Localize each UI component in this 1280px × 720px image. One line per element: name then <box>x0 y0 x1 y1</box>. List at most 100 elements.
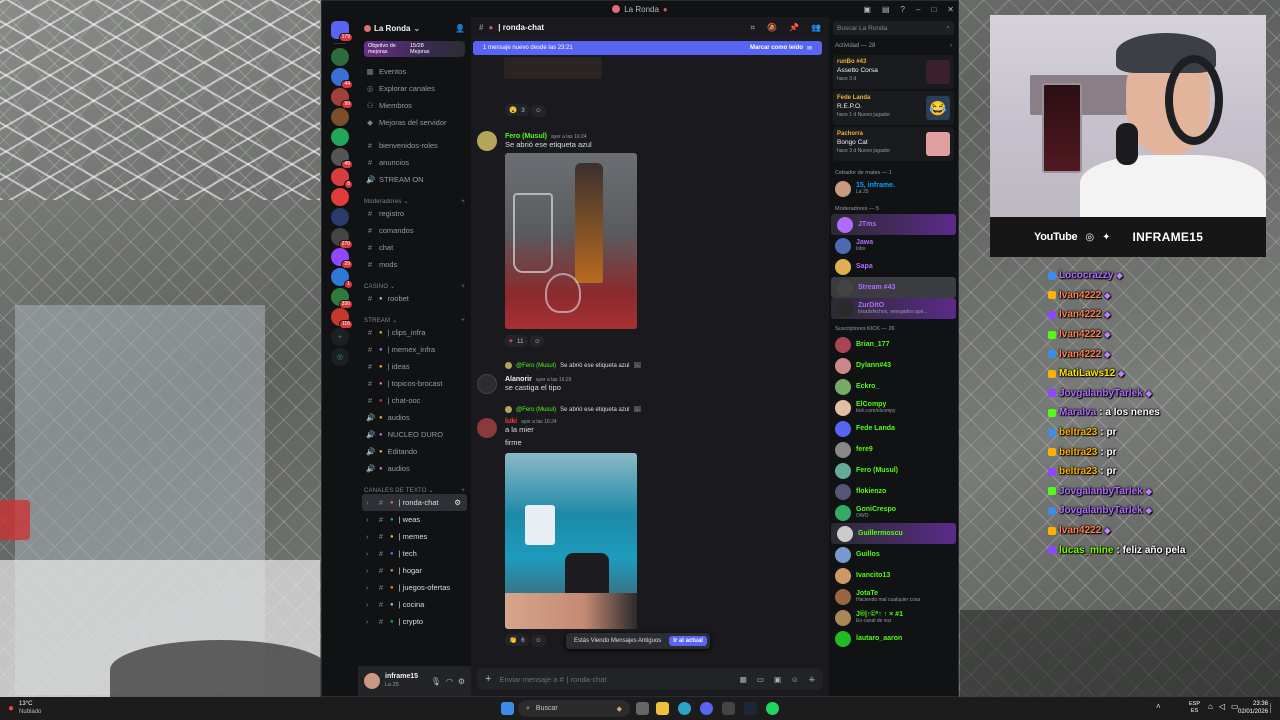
bell-icon[interactable]: 🔕 <box>767 23 777 33</box>
member-item[interactable]: Guillermoscu <box>831 523 956 544</box>
member-avatar[interactable] <box>835 336 851 353</box>
member-item[interactable]: Brian_177 <box>829 334 958 355</box>
channel-channels_a-0[interactable]: # bienvenidos-roles <box>358 137 471 154</box>
author-name[interactable]: Fero (Musul) <box>505 133 547 140</box>
minimize-button[interactable]: – <box>916 5 920 14</box>
member-avatar[interactable] <box>835 378 851 395</box>
chevron-up-icon[interactable]: ˄ <box>1156 702 1161 711</box>
channel-channels_mod-0[interactable]: # registro <box>358 205 471 222</box>
activity-card[interactable]: runBo #43 Assetto Corsa hace 3 d <box>833 55 954 89</box>
category-text-channels[interactable]: CANALES DE TEXTO ⌄ + <box>358 481 471 494</box>
add-attachment-icon[interactable]: + <box>485 673 491 685</box>
channel-channels_mod-1[interactable]: # comandos <box>358 222 471 239</box>
server-icon-la-ronda[interactable] <box>331 48 349 66</box>
server-icon-server-14[interactable]: 330 <box>331 288 353 309</box>
steam-icon[interactable] <box>744 702 757 715</box>
gif-icon[interactable]: ▭ <box>757 675 764 684</box>
member-avatar[interactable] <box>835 441 851 458</box>
member-avatar[interactable] <box>835 462 851 479</box>
member-item[interactable]: JotaTe Haciendo mal cualquier cosa <box>829 586 958 607</box>
task-view-icon[interactable] <box>636 702 649 715</box>
server-header[interactable]: La Ronda ⌄ 👤 <box>358 17 471 39</box>
inbox-icon[interactable]: ▣ <box>863 5 871 14</box>
member-item[interactable]: Jawa lobo <box>829 235 958 256</box>
channel-channels_a-1[interactable]: # anuncios <box>358 154 471 171</box>
member-item[interactable]: flokienzo <box>829 481 958 502</box>
language-indicator[interactable]: ESP ES <box>1189 701 1200 715</box>
screen-icon[interactable]: ▤ <box>882 5 890 14</box>
reply-preview[interactable]: @Fero (Musul) Se abrió ese etiqueta azul… <box>505 362 641 369</box>
sticker-icon[interactable]: ▣ <box>774 675 781 684</box>
channel-channels_text-2[interactable]: › # ● | memes <box>358 528 471 545</box>
member-item[interactable]: ZurDitO Insatisfechos, renegados que... <box>831 298 956 319</box>
settings-gear-icon[interactable]: ⚙ <box>458 677 465 686</box>
windows-start-icon[interactable] <box>501 702 514 715</box>
server-icon-server-4[interactable]: 99 <box>331 88 353 109</box>
server-icon-server-7[interactable]: 49 <box>331 148 353 169</box>
server-icon-server-8[interactable]: 8 <box>331 168 353 189</box>
attachment-image[interactable] <box>505 153 637 329</box>
member-avatar[interactable] <box>835 399 851 416</box>
taskbar-search[interactable]: ⌕ Buscar ◆ <box>518 700 630 717</box>
clock[interactable]: 23:36 02/01/2026 <box>1238 700 1268 716</box>
member-item[interactable]: ElCompy kick.com/elcompy <box>829 397 958 418</box>
category-casino[interactable]: CASINO ⌄ + <box>358 277 471 290</box>
channel-channels_text-3[interactable]: › # ● | tech <box>358 545 471 562</box>
add-reaction-button[interactable]: ☺ <box>530 104 546 117</box>
member-item[interactable]: lautaro_aaron <box>829 628 958 649</box>
sidebar-item-boost[interactable]: ◆ Mejoras del servidor <box>358 114 471 131</box>
reply-preview[interactable]: @Fero (Musul) Se abrió ese etiqueta azul… <box>505 406 641 413</box>
chevron-right-icon[interactable]: › <box>950 43 952 49</box>
member-avatar[interactable] <box>835 357 851 374</box>
member-item[interactable]: Guillos <box>829 544 958 565</box>
server-icon-server-11[interactable]: 270 <box>331 228 353 249</box>
author-avatar[interactable] <box>477 418 497 438</box>
channel-settings-icon[interactable]: ⚙ <box>454 498 461 507</box>
member-item[interactable]: 15, inframe. La 25 <box>829 178 958 199</box>
member-avatar[interactable] <box>835 180 851 197</box>
channel-channels_stream-3[interactable]: # ● | topicos-brocast <box>358 375 471 392</box>
pin-icon[interactable]: 📌 <box>789 23 799 33</box>
explore-icon[interactable]: ◎ <box>331 348 349 366</box>
server-icon-server-9[interactable] <box>331 188 349 206</box>
member-item[interactable]: Sapa <box>829 256 958 277</box>
reaction[interactable]: 👏 6 <box>505 634 529 646</box>
member-avatar[interactable] <box>835 237 851 254</box>
apps-icon[interactable]: ⁜ <box>809 675 815 684</box>
channel-channels_text-7[interactable]: › # ● | crypto <box>358 613 471 630</box>
attachment-image[interactable] <box>505 453 637 629</box>
member-avatar[interactable] <box>835 483 851 500</box>
server-icon-home[interactable]: 179 <box>331 21 353 42</box>
add-member-icon[interactable]: 👤 <box>455 24 465 33</box>
member-item[interactable]: J®|↑©ª↑ ↑ × #1 En canal de voz <box>829 607 958 628</box>
boost-goal[interactable]: Objetivo de mejoras 15/28 Mejoras <box>364 41 465 57</box>
sidebar-item-compass[interactable]: ◎ Explorar canales <box>358 80 471 97</box>
channel-channels_stream-4[interactable]: # ● | chat-ooc <box>358 392 471 409</box>
channel-channels_mod-3[interactable]: # mods <box>358 256 471 273</box>
sidebar-item-calendar[interactable]: ▦ Eventos <box>358 63 471 80</box>
channel-channels_stream-5[interactable]: 🔊 ● audios <box>358 409 471 426</box>
member-item[interactable]: Eckro_ <box>829 376 958 397</box>
plus-icon[interactable]: + <box>461 199 465 205</box>
member-avatar[interactable] <box>835 588 851 605</box>
member-avatar[interactable] <box>837 300 853 317</box>
channel-channels_stream-6[interactable]: 🔊 ● NUCLEO DURO <box>358 426 471 443</box>
channel-channels_mod-2[interactable]: # chat <box>358 239 471 256</box>
author-avatar[interactable] <box>477 374 497 394</box>
channel-channels_text-5[interactable]: › # ● | juegos-ofertas <box>358 579 471 596</box>
category-moderadores[interactable]: Moderadores ⌄ + <box>358 192 471 205</box>
attachment-image[interactable] <box>504 57 602 79</box>
network-icon[interactable]: ⌂ <box>1208 702 1213 711</box>
member-item[interactable]: Ivancito13 <box>829 565 958 586</box>
member-avatar[interactable] <box>837 525 853 542</box>
channel-channels_text-6[interactable]: › # ● | cocina <box>358 596 471 613</box>
category-stream[interactable]: STREAM ⌄ + <box>358 311 471 324</box>
volume-icon[interactable]: ◁ <box>1219 702 1225 711</box>
gift-icon[interactable]: ▦ <box>740 675 747 684</box>
member-item[interactable]: Fero (Musul) <box>829 460 958 481</box>
message-input[interactable]: + Enviar mensaje a # | ronda-chat ▦ ▭ ▣ … <box>477 668 823 690</box>
sidebar-item-members[interactable]: ⚇ Miembros <box>358 97 471 114</box>
members-icon[interactable]: 👥 <box>811 23 821 33</box>
server-icon-server-6[interactable] <box>331 128 349 146</box>
activity-card[interactable]: Fede Landa R.E.P.O. hace 1 d Nuevo jugador… <box>833 91 954 125</box>
